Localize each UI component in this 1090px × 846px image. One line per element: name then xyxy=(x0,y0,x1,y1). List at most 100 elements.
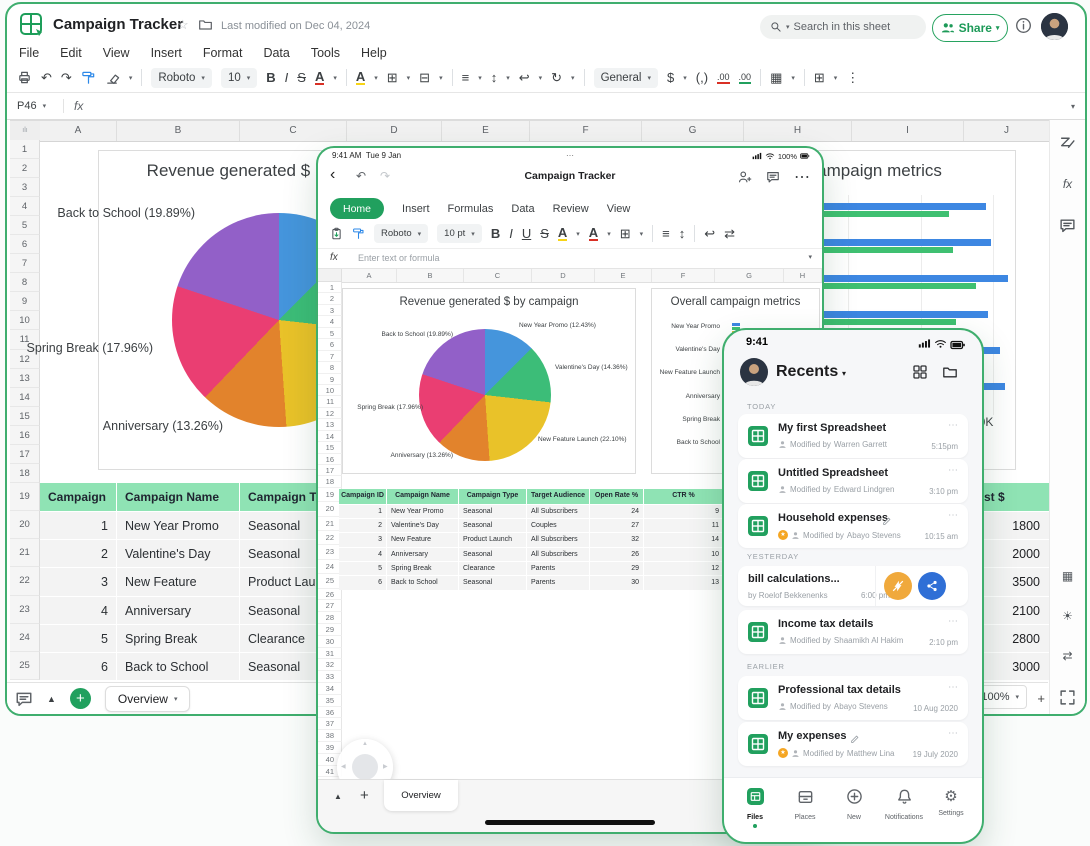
table-cell[interactable]: 3 xyxy=(40,567,117,595)
text-wrap-button[interactable]: ↩ xyxy=(704,226,715,242)
table-cell[interactable]: 11 xyxy=(644,518,724,532)
row-number[interactable]: 26 xyxy=(318,589,342,601)
sheet-tab-overview[interactable]: Overview▾ xyxy=(105,686,191,712)
list-item[interactable]: Household expenses ⋯ ★Modified byAbayo S… xyxy=(738,504,968,548)
text-rotate-button[interactable]: ↻ xyxy=(551,70,562,86)
row-number[interactable]: 23 xyxy=(10,596,40,624)
row-number[interactable]: 9 xyxy=(318,374,342,385)
horizontal-align-button[interactable]: ≡ xyxy=(462,70,470,85)
row-number[interactable]: 6 xyxy=(318,339,342,350)
column-header[interactable]: G xyxy=(642,121,744,141)
row-number[interactable]: 8 xyxy=(318,362,342,373)
home-indicator[interactable] xyxy=(485,820,655,825)
list-item[interactable]: Untitled Spreadsheet ⋯ Modified byEdward… xyxy=(738,459,968,503)
redo-icon[interactable]: ↷ xyxy=(61,70,72,86)
borders-button[interactable]: ⊞ xyxy=(387,70,398,86)
list-item[interactable]: My expenses ⋯ ★Modified byMatthew Lina 1… xyxy=(738,722,968,766)
data-form-icon[interactable]: ▦ xyxy=(1062,569,1073,583)
table-cell[interactable]: 30 xyxy=(590,575,644,589)
column-header[interactable]: G xyxy=(715,269,784,282)
table-cell[interactable]: 26 xyxy=(590,547,644,561)
paste-icon[interactable] xyxy=(330,227,343,240)
list-item[interactable]: My first Spreadsheet ⋯ Modified byWarren… xyxy=(738,414,968,458)
select-all-corner[interactable]: ılı xyxy=(10,120,41,142)
nav-files[interactable]: Files xyxy=(733,788,777,828)
currency-format-button[interactable]: $ xyxy=(667,70,674,85)
table-cell[interactable]: 24 xyxy=(590,504,644,518)
folder-icon[interactable] xyxy=(198,17,213,32)
font-family-select[interactable]: Roboto▾ xyxy=(374,224,428,243)
select-all-corner[interactable] xyxy=(318,269,342,282)
table-cell[interactable]: New Feature Launch xyxy=(117,567,240,595)
chevron-down-icon[interactable]: ▾ xyxy=(539,74,543,82)
row-number[interactable]: 21 xyxy=(10,539,40,567)
row-number[interactable]: 5 xyxy=(318,328,342,339)
increase-decimal-button[interactable]: .00 xyxy=(739,72,752,84)
row-number[interactable]: 36 xyxy=(318,707,342,719)
row-number[interactable]: 7 xyxy=(318,351,342,362)
table-cell[interactable]: Clearance xyxy=(459,561,527,575)
menu-format[interactable]: Format xyxy=(203,46,243,60)
fill-color-button[interactable]: A xyxy=(558,227,567,241)
table-cell[interactable]: Spring Break xyxy=(117,624,240,652)
table-cell[interactable]: Valentine's Day xyxy=(387,518,459,532)
bold-button[interactable]: B xyxy=(266,70,275,85)
more-icon[interactable]: ⋯ xyxy=(948,682,958,693)
column-header[interactable]: D xyxy=(532,269,595,282)
row-number[interactable]: 17 xyxy=(318,465,342,476)
formula-input[interactable] xyxy=(93,93,1071,119)
font-family-select[interactable]: Roboto▾ xyxy=(151,68,212,88)
row-number[interactable]: 2 xyxy=(318,293,342,304)
column-header[interactable]: I xyxy=(852,121,964,141)
table-cell[interactable]: Seasonal xyxy=(459,504,527,518)
borders-button[interactable]: ⊞ xyxy=(620,226,631,242)
menu-insert[interactable]: Insert xyxy=(151,46,182,60)
column-header[interactable]: D xyxy=(347,121,442,141)
search-input[interactable]: ▾ Search in this sheet xyxy=(760,15,926,39)
column-header[interactable]: C xyxy=(240,121,347,141)
row-number[interactable]: 13 xyxy=(318,419,342,430)
user-avatar[interactable] xyxy=(740,358,768,386)
table-cell[interactable]: 9 xyxy=(644,504,724,518)
list-item[interactable]: Income tax details ⋯ Modified byShaamikh… xyxy=(738,610,968,654)
row-number[interactable]: 15 xyxy=(318,442,342,453)
table-cell[interactable]: 12 xyxy=(644,561,724,575)
table-cell[interactable]: 14 xyxy=(644,532,724,546)
text-color-button[interactable]: A xyxy=(589,227,598,241)
font-size-select[interactable]: 10▾ xyxy=(221,68,257,88)
table-cell[interactable]: New Feature Launch xyxy=(387,532,459,546)
chevron-down-icon[interactable]: ▾ xyxy=(374,74,378,82)
switch-view-icon[interactable]: ⇄ xyxy=(1062,649,1072,663)
paint-format-icon[interactable] xyxy=(81,70,96,85)
nav-settings[interactable]: ⚙ Settings xyxy=(929,788,973,817)
fullscreen-icon[interactable] xyxy=(1059,689,1076,706)
table-cell[interactable]: 13 xyxy=(644,575,724,589)
chevron-down-icon[interactable]: ▾ xyxy=(333,74,337,82)
menu-view[interactable]: View xyxy=(103,46,130,60)
row-number[interactable]: 1 xyxy=(10,140,40,159)
appearance-icon[interactable]: ☀ xyxy=(1062,609,1073,623)
chevron-down-icon[interactable]: ▾ xyxy=(640,230,644,238)
row-number[interactable]: 24 xyxy=(10,624,40,652)
table-cell[interactable]: 27 xyxy=(590,518,644,532)
row-number[interactable]: 10 xyxy=(10,311,40,330)
chevron-down-icon[interactable]: ▾ xyxy=(607,230,611,238)
sheet-list-up-icon[interactable]: ▲ xyxy=(47,694,56,704)
row-number[interactable]: 17 xyxy=(10,445,40,464)
column-header[interactable]: F xyxy=(652,269,715,282)
table-cell[interactable]: 6 xyxy=(339,575,387,589)
number-format-select[interactable]: General▾ xyxy=(594,68,658,88)
indent-button[interactable]: ⇄ xyxy=(724,226,735,242)
comma-format-button[interactable]: (,) xyxy=(696,70,708,85)
chevron-down-icon[interactable]: ▾ xyxy=(808,253,812,261)
nav-notifications[interactable]: Notifications xyxy=(882,788,926,821)
zoom-in-button[interactable]: + xyxy=(1037,691,1045,706)
table-row[interactable]: 1New Year PromoSeasonalAll Subscribers24… xyxy=(339,504,724,518)
row-number[interactable]: 2 xyxy=(10,159,40,178)
table-row[interactable]: 5Spring BreakClearance xyxy=(40,624,352,652)
column-header[interactable]: Campaign Type xyxy=(459,489,527,504)
column-header[interactable]: A xyxy=(342,269,397,282)
table-cell[interactable]: Product Launch xyxy=(459,532,527,546)
more-icon[interactable]: ⋯ xyxy=(948,510,958,521)
row-number[interactable]: 9 xyxy=(10,292,40,311)
